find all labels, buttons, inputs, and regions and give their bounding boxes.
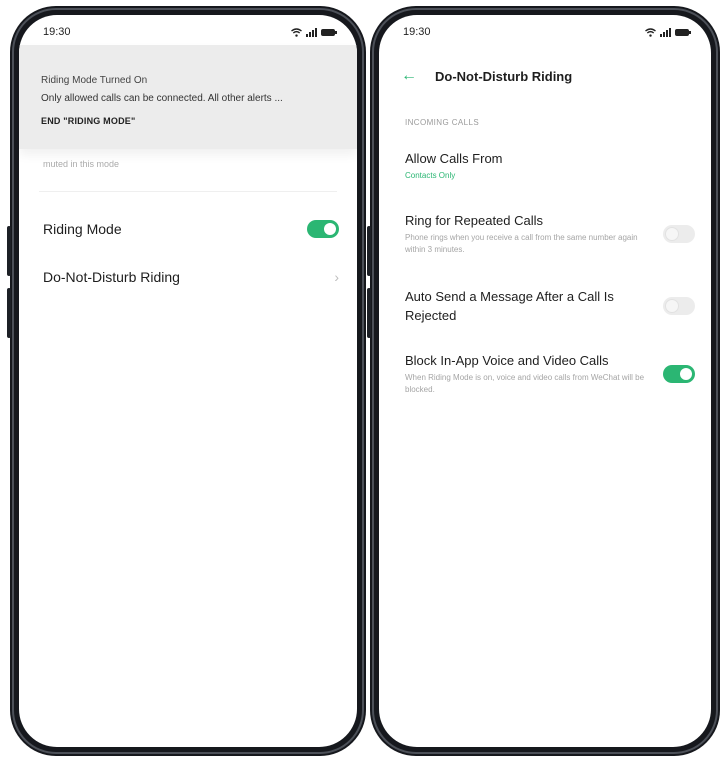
setting-text: Block In-App Voice and Video Calls When … [405,351,645,396]
notification-title: Riding Mode Turned On [41,75,148,86]
block-in-app-calls-toggle[interactable] [663,364,695,383]
side-button [367,288,371,338]
status-time: 19:30 [403,26,431,38]
setting-text: Allow Calls From Contacts Only [405,149,645,182]
muted-description: muted in this mode [43,159,120,169]
chevron-right-icon: › [334,269,339,285]
wifi-icon [645,27,656,37]
page-title: Do-Not-Disturb Riding [435,68,573,84]
setting-text: Ring for Repeated Calls Phone rings when… [405,211,645,256]
setting-description: Phone rings when you receive a call from… [405,233,638,254]
right-phone-screen: 19:30 ← Do-Not-Disturb Riding INCOMING C… [379,15,711,747]
riding-mode-label: Riding Mode [43,221,122,237]
status-time: 19:30 [43,26,71,38]
section-label: INCOMING CALLS [405,118,480,127]
wifi-icon [291,27,302,37]
page-header: ← Do-Not-Disturb Riding [401,67,572,85]
riding-mode-notification[interactable]: Riding Mode Turned On Only allowed calls… [19,45,357,149]
battery-icon [321,28,337,36]
status-bar: 19:30 [19,15,357,49]
setting-title: Auto Send a Message After a Call Is Reje… [405,289,614,323]
toggle-knob [680,367,692,380]
setting-title: Block In-App Voice and Video Calls [405,353,609,368]
toggle-knob [666,300,678,312]
setting-value: Contacts Only [405,171,456,180]
left-phone-screen: 19:30 Riding Mode Turned On Only allowed… [19,15,357,747]
ring-repeated-calls-toggle[interactable] [663,224,695,243]
battery-icon [675,28,691,36]
signal-icon [660,27,671,37]
riding-mode-row[interactable]: Riding Mode [43,214,339,244]
allow-calls-from-setting[interactable]: Allow Calls From Contacts Only [405,149,695,182]
side-button [7,288,11,338]
side-button [7,226,11,276]
signal-icon [306,27,317,37]
setting-text: Auto Send a Message After a Call Is Reje… [405,287,645,325]
toggle-knob [666,227,678,240]
auto-send-message-setting[interactable]: Auto Send a Message After a Call Is Reje… [405,287,695,325]
setting-title: Allow Calls From [405,151,503,166]
end-riding-mode-button[interactable]: END "RIDING MODE" [41,116,343,126]
status-bar: 19:30 [379,15,711,49]
setting-description: When Riding Mode is on, voice and video … [405,373,645,394]
do-not-disturb-riding-row[interactable]: Do-Not-Disturb Riding › [43,262,339,292]
setting-title: Ring for Repeated Calls [405,213,544,228]
notification-text: Only allowed calls can be connected. All… [41,93,283,104]
ring-repeated-calls-setting[interactable]: Ring for Repeated Calls Phone rings when… [405,211,695,256]
status-icons [645,27,691,37]
right-phone-frame: 19:30 ← Do-Not-Disturb Riding INCOMING C… [367,6,720,756]
left-phone-frame: 19:30 Riding Mode Turned On Only allowed… [7,6,366,756]
auto-send-message-toggle[interactable] [663,297,695,315]
do-not-disturb-riding-label: Do-Not-Disturb Riding [43,269,180,285]
toggle-knob [324,223,336,235]
riding-mode-toggle[interactable] [307,220,339,238]
status-icons [291,27,337,37]
divider [39,191,337,192]
side-button [367,226,371,276]
block-in-app-calls-setting[interactable]: Block In-App Voice and Video Calls When … [405,351,695,396]
back-arrow-icon[interactable]: ← [401,67,417,85]
